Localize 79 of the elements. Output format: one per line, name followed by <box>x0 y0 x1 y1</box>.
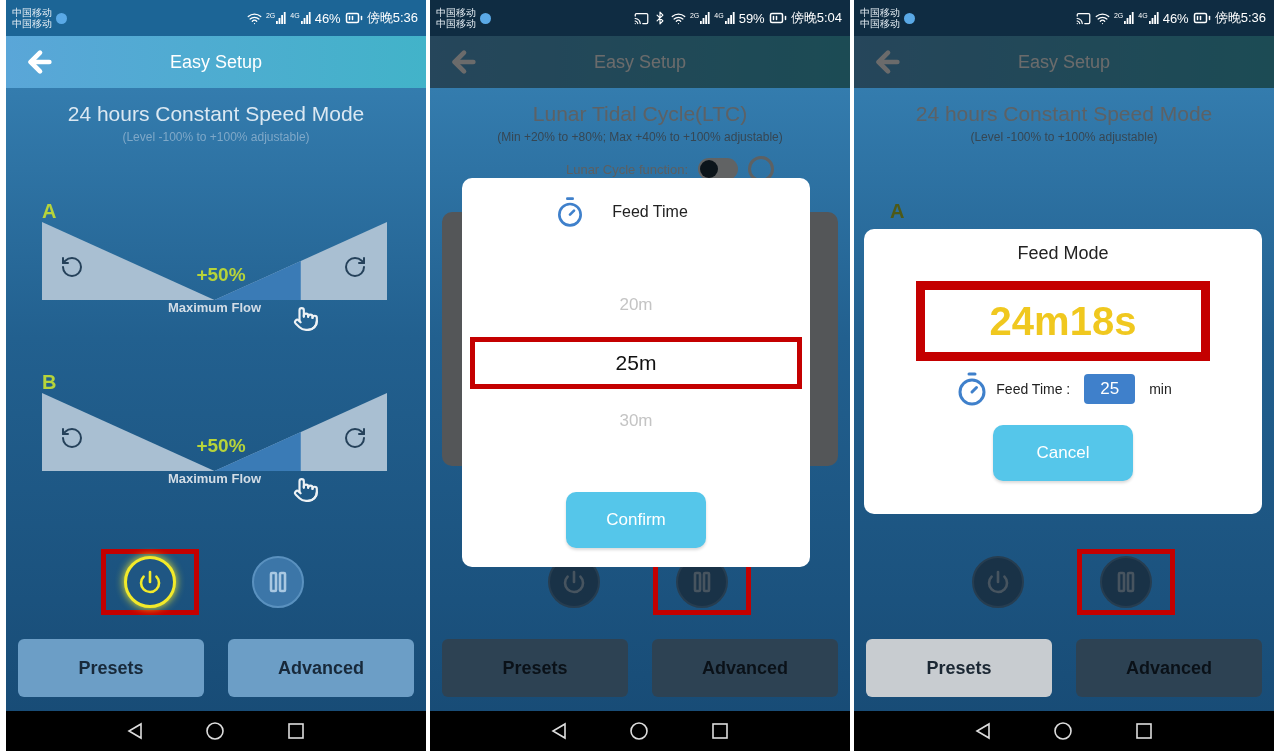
recents-nav-icon[interactable] <box>1135 722 1153 740</box>
mode-subtitle: (Level -100% to +100% adjustable) <box>122 130 310 144</box>
back-nav-icon[interactable] <box>127 722 143 740</box>
feed-time-value: 25 <box>1084 374 1136 404</box>
back-nav-icon[interactable] <box>975 722 991 740</box>
hand-pointer-icon <box>292 477 319 503</box>
hand-pointer-icon <box>292 306 319 332</box>
rotate-left-icon[interactable] <box>60 255 84 279</box>
countdown-timer: 24m18s <box>989 298 1137 344</box>
power-icon <box>986 570 1010 594</box>
signal-icon <box>300 12 311 24</box>
rotate-left-icon[interactable] <box>60 426 84 450</box>
wifi-icon <box>246 10 262 26</box>
clock-time: 傍晚5:04 <box>790 9 842 27</box>
channel-label: B <box>42 371 58 393</box>
time-option[interactable]: 25m <box>470 337 802 389</box>
recents-nav-icon[interactable] <box>287 722 305 740</box>
power-icon <box>138 570 162 594</box>
mode-button[interactable]: Presets <box>18 639 204 697</box>
back-nav-icon[interactable] <box>551 722 567 740</box>
mode-button[interactable]: Presets <box>866 639 1052 697</box>
header-title: Easy Setup <box>593 51 687 73</box>
wifi-icon <box>670 10 686 26</box>
clock-time: 傍晚5:36 <box>366 9 418 27</box>
carrier-name: 中国移动 <box>436 18 476 29</box>
confirm-button[interactable]: Confirm <box>566 492 706 548</box>
app-badge-icon <box>56 12 67 24</box>
mode-title: 24 hours Constant Speed Mode <box>67 101 365 127</box>
app-badge-icon <box>480 12 491 24</box>
toggle-label: Lunar Cycle function: <box>565 161 689 177</box>
mode-button[interactable]: Presets <box>442 639 628 697</box>
power-icon <box>562 570 586 594</box>
signal-icon <box>276 12 287 24</box>
home-nav-icon[interactable] <box>1053 721 1073 741</box>
cast-icon <box>633 10 649 26</box>
cancel-button[interactable]: Cancel <box>993 425 1133 481</box>
flow-caption: Maximum Flow <box>166 471 263 486</box>
signal-icon <box>724 12 735 24</box>
rotate-right-icon[interactable] <box>343 255 367 279</box>
home-nav-icon[interactable] <box>205 721 225 741</box>
mode-button[interactable]: Advanced <box>1076 639 1262 697</box>
signal-icon <box>700 12 711 24</box>
recents-nav-icon[interactable] <box>711 722 729 740</box>
flow-value: +50% <box>195 435 247 457</box>
unit-label: min <box>1149 381 1172 397</box>
signal-icon <box>1124 12 1135 24</box>
mode-title: Lunar Tidal Cycle(LTC) <box>532 101 748 127</box>
flow-value: +50% <box>195 264 247 286</box>
mode-subtitle: (Min +20% to +80%; Max +40% to +100% adjustable) <box>497 130 783 144</box>
lunar-toggle[interactable] <box>698 158 739 180</box>
mode-subtitle: (Level -100% to +100% adjustable) <box>970 130 1158 144</box>
time-option[interactable]: 20m <box>586 276 686 334</box>
header-title: Easy Setup <box>1017 51 1111 73</box>
battery-percent: 59% <box>738 10 765 26</box>
flow-caption: Maximum Flow <box>166 300 263 315</box>
carrier-name: 中国移动 <box>860 18 900 29</box>
carrier-name: 中国移动 <box>12 18 52 29</box>
cast-icon <box>1075 10 1091 26</box>
wifi-icon <box>1094 10 1110 26</box>
mode-title: 24 hours Constant Speed Mode <box>915 101 1213 127</box>
app-badge-icon <box>904 12 915 24</box>
mode-button[interactable]: Advanced <box>228 639 414 697</box>
signal-icon <box>1148 12 1159 24</box>
home-nav-icon[interactable] <box>629 721 649 741</box>
carrier-name: 中国移动 <box>860 7 900 18</box>
clock-time: 傍晚5:36 <box>1214 9 1266 27</box>
header-title: Easy Setup <box>169 51 263 73</box>
time-option[interactable]: 30m <box>586 392 686 450</box>
feed-time-label: Feed Time : <box>996 381 1071 397</box>
carrier-name: 中国移动 <box>12 7 52 18</box>
dialog-title: Feed Time <box>612 203 688 221</box>
battery-percent: 46% <box>1162 10 1189 26</box>
rotate-right-icon[interactable] <box>343 426 367 450</box>
channel-label: A <box>42 200 58 222</box>
carrier-name: 中国移动 <box>436 7 476 18</box>
dialog-title: Feed Mode <box>1017 243 1109 264</box>
mode-button[interactable]: Advanced <box>652 639 838 697</box>
battery-percent: 46% <box>314 10 341 26</box>
channel-label: A <box>890 200 905 222</box>
